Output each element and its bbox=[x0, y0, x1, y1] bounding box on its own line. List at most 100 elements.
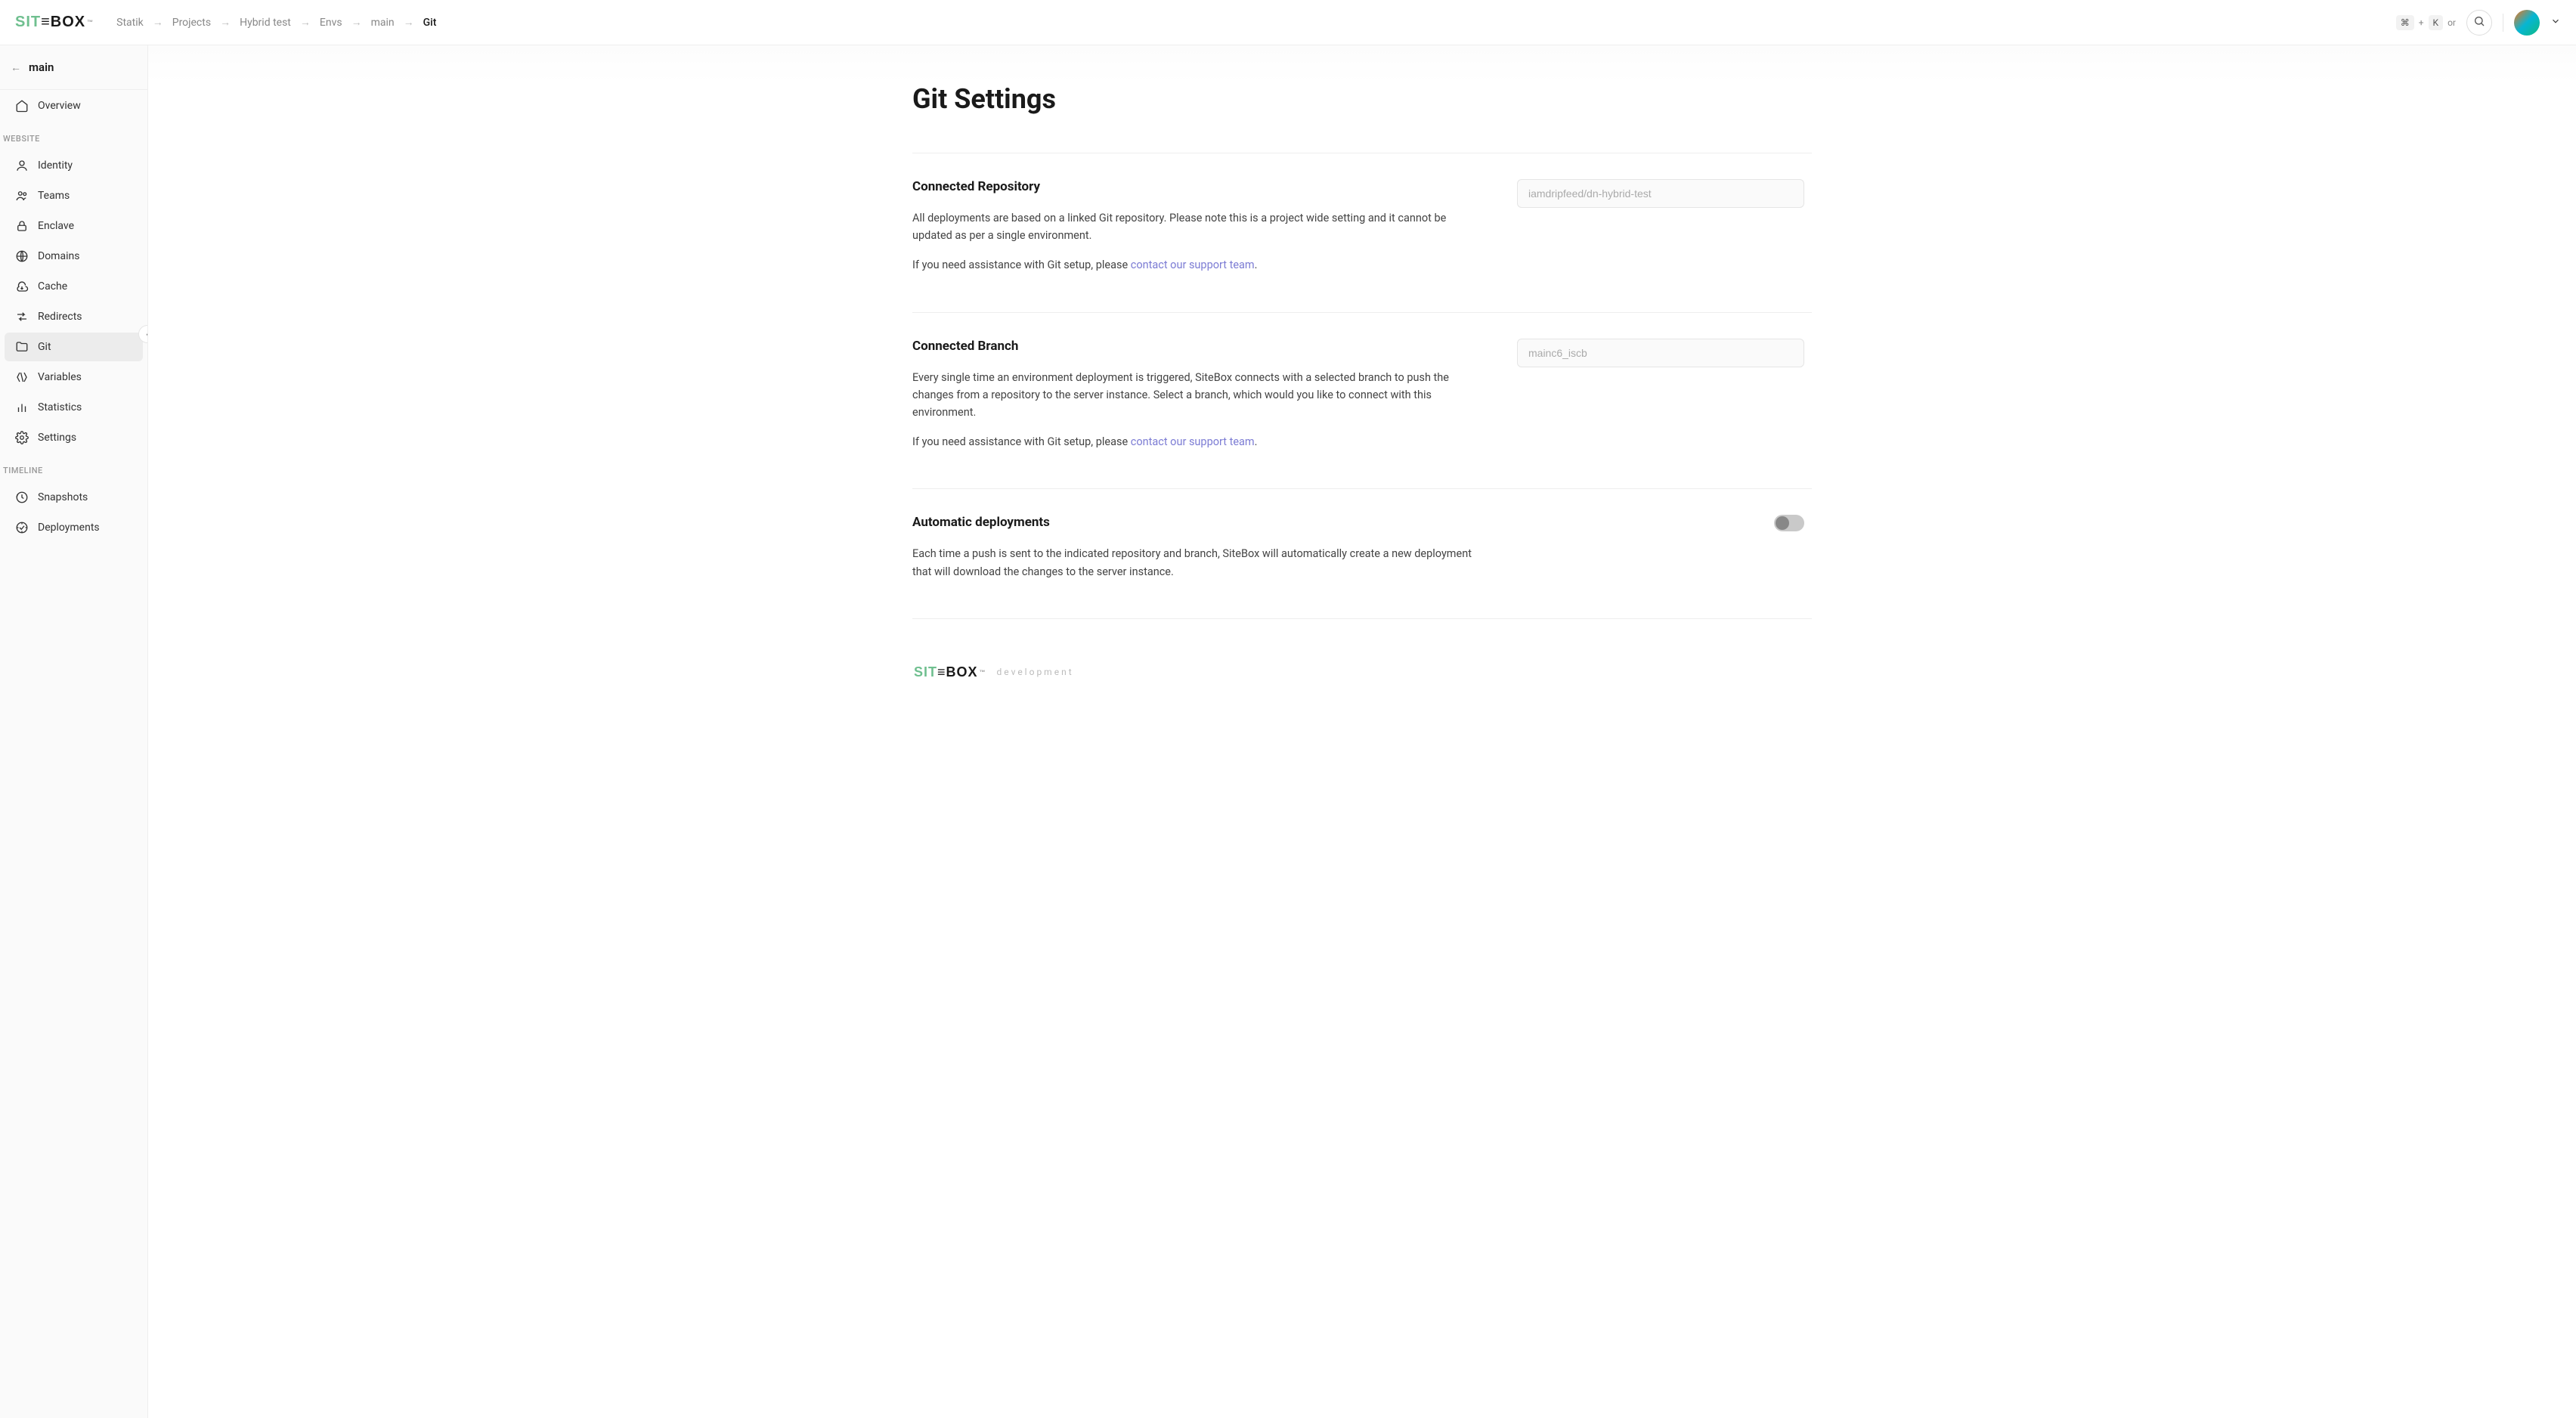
search-button[interactable] bbox=[2466, 10, 2492, 36]
breadcrumb-item-hybrid-test[interactable]: Hybrid test bbox=[240, 17, 291, 29]
section-desc: All deployments are based on a linked Gi… bbox=[912, 209, 1472, 244]
section-label-timeline: TIMELINE bbox=[0, 454, 147, 481]
sidebar-item-label: Identity bbox=[38, 159, 73, 172]
breadcrumb: Statik → Projects → Hybrid test → Envs → main → Gi… bbox=[116, 16, 436, 29]
teams-icon bbox=[15, 189, 29, 203]
sidebar-item-settings[interactable]: Settings bbox=[5, 423, 143, 452]
sidebar-item-label: Redirects bbox=[38, 311, 82, 323]
topbar: SIT≡BOX™ Statik → Projects → Hybrid test → Env… bbox=[0, 0, 2576, 45]
auto-deploy-toggle[interactable] bbox=[1774, 515, 1804, 531]
logo-part1: SIT bbox=[914, 664, 937, 680]
logo-part2: ≡BOX bbox=[41, 14, 85, 31]
sidebar-item-label: Enclave bbox=[38, 220, 74, 232]
back-arrow-icon[interactable]: ← bbox=[11, 61, 21, 74]
sidebar-item-redirects[interactable]: Redirects bbox=[5, 302, 143, 331]
sidebar-item-identity[interactable]: Identity bbox=[5, 151, 143, 180]
arrow-right-icon: → bbox=[153, 16, 163, 29]
redirects-icon bbox=[15, 310, 29, 324]
statistics-icon bbox=[15, 401, 29, 414]
user-menu-chevron-icon[interactable] bbox=[2550, 16, 2561, 29]
sidebar-item-cache[interactable]: Cache bbox=[5, 272, 143, 301]
kbd-or: or bbox=[2448, 17, 2456, 28]
sidebar-item-snapshots[interactable]: Snapshots bbox=[5, 483, 143, 512]
section-help: If you need assistance with Git setup, p… bbox=[912, 433, 1472, 450]
chevron-left-icon: ‹ bbox=[146, 329, 148, 339]
variables-icon bbox=[15, 370, 29, 384]
section-connected-branch: Connected Branch Every single time an en… bbox=[912, 312, 1812, 489]
section-title: Automatic deployments bbox=[912, 515, 1472, 530]
connected-branch-input[interactable] bbox=[1517, 339, 1804, 367]
git-icon bbox=[15, 340, 29, 354]
sidebar-item-label: Domains bbox=[38, 250, 79, 262]
breadcrumb-item-envs[interactable]: Envs bbox=[320, 17, 342, 29]
sidebar-item-deployments[interactable]: Deployments bbox=[5, 513, 143, 542]
sidebar-item-label: Statistics bbox=[38, 401, 82, 413]
kbd-cmd: ⌘ bbox=[2396, 15, 2414, 30]
cache-icon bbox=[15, 280, 29, 293]
search-shortcut: ⌘ + K or bbox=[2396, 15, 2456, 30]
breadcrumb-item-projects[interactable]: Projects bbox=[172, 17, 211, 29]
help-prefix: If you need assistance with Git setup, p… bbox=[912, 435, 1131, 448]
help-suffix: . bbox=[1255, 435, 1258, 448]
arrow-right-icon: → bbox=[351, 16, 362, 29]
section-automatic-deployments: Automatic deployments Each time a push i… bbox=[912, 488, 1812, 618]
footer-logo: SIT≡BOX™ bbox=[914, 664, 986, 680]
arrow-right-icon: → bbox=[300, 16, 311, 29]
arrow-right-icon: → bbox=[404, 16, 414, 29]
deployments-icon bbox=[15, 521, 29, 534]
breadcrumb-item-git[interactable]: Git bbox=[423, 17, 437, 29]
sidebar-item-teams[interactable]: Teams bbox=[5, 181, 143, 210]
logo-part2: ≡BOX bbox=[937, 664, 978, 680]
section-connected-repository: Connected Repository All deployments are… bbox=[912, 153, 1812, 312]
main-content: Git Settings Connected Repository All de… bbox=[148, 45, 2576, 1418]
breadcrumb-item-main[interactable]: main bbox=[371, 17, 395, 29]
sidebar-item-enclave[interactable]: Enclave bbox=[5, 212, 143, 240]
help-prefix: If you need assistance with Git setup, p… bbox=[912, 259, 1131, 271]
toggle-knob bbox=[1776, 516, 1789, 530]
footer: SIT≡BOX™ development bbox=[912, 664, 1812, 680]
logo-tm: ™ bbox=[980, 669, 986, 676]
sidebar-item-label: Overview bbox=[38, 100, 81, 112]
support-link[interactable]: contact our support team bbox=[1131, 259, 1255, 271]
sidebar-item-label: Variables bbox=[38, 371, 82, 383]
sidebar-item-git[interactable]: Git bbox=[5, 333, 143, 361]
help-suffix: . bbox=[1255, 259, 1258, 271]
sidebar-item-label: Git bbox=[38, 341, 51, 353]
section-desc: Every single time an environment deploym… bbox=[912, 369, 1472, 422]
section-label-website: WEBSITE bbox=[0, 122, 147, 150]
sidebar-item-label: Cache bbox=[38, 280, 67, 293]
footer-label: development bbox=[997, 667, 1074, 677]
logo[interactable]: SIT≡BOX™ bbox=[15, 14, 94, 31]
sidebar-item-domains[interactable]: Domains bbox=[5, 242, 143, 271]
sidebar-item-overview[interactable]: Overview bbox=[5, 91, 143, 120]
section-title: Connected Repository bbox=[912, 179, 1472, 194]
domains-icon bbox=[15, 249, 29, 263]
connected-repo-input[interactable] bbox=[1517, 179, 1804, 208]
support-link[interactable]: contact our support team bbox=[1131, 435, 1255, 448]
kbd-k: K bbox=[2429, 15, 2444, 30]
sidebar-item-label: Teams bbox=[38, 190, 70, 202]
sidebar-item-variables[interactable]: Variables bbox=[5, 363, 143, 392]
section-desc: Each time a push is sent to the indicate… bbox=[912, 545, 1472, 580]
settings-icon bbox=[15, 431, 29, 444]
sidebar-item-statistics[interactable]: Statistics bbox=[5, 393, 143, 422]
sidebar-item-label: Snapshots bbox=[38, 491, 88, 503]
enclave-icon bbox=[15, 219, 29, 233]
logo-tm: ™ bbox=[87, 19, 94, 26]
arrow-right-icon: → bbox=[220, 16, 231, 29]
section-title: Connected Branch bbox=[912, 339, 1472, 354]
env-header[interactable]: ← main bbox=[0, 45, 147, 90]
avatar[interactable] bbox=[2514, 10, 2540, 36]
search-icon bbox=[2473, 15, 2485, 30]
sidebar-item-label: Settings bbox=[38, 432, 76, 444]
identity-icon bbox=[15, 159, 29, 172]
env-name: main bbox=[29, 60, 54, 74]
logo-part1: SIT bbox=[15, 14, 41, 31]
section-help: If you need assistance with Git setup, p… bbox=[912, 256, 1472, 274]
sidebar: ← main Overview WEBSITE Identity Teams Enc… bbox=[0, 45, 148, 1418]
sidebar-item-label: Deployments bbox=[38, 522, 100, 534]
home-icon bbox=[15, 99, 29, 113]
breadcrumb-item-statik[interactable]: Statik bbox=[116, 17, 144, 29]
snapshots-icon bbox=[15, 491, 29, 504]
kbd-plus: + bbox=[2419, 17, 2424, 28]
